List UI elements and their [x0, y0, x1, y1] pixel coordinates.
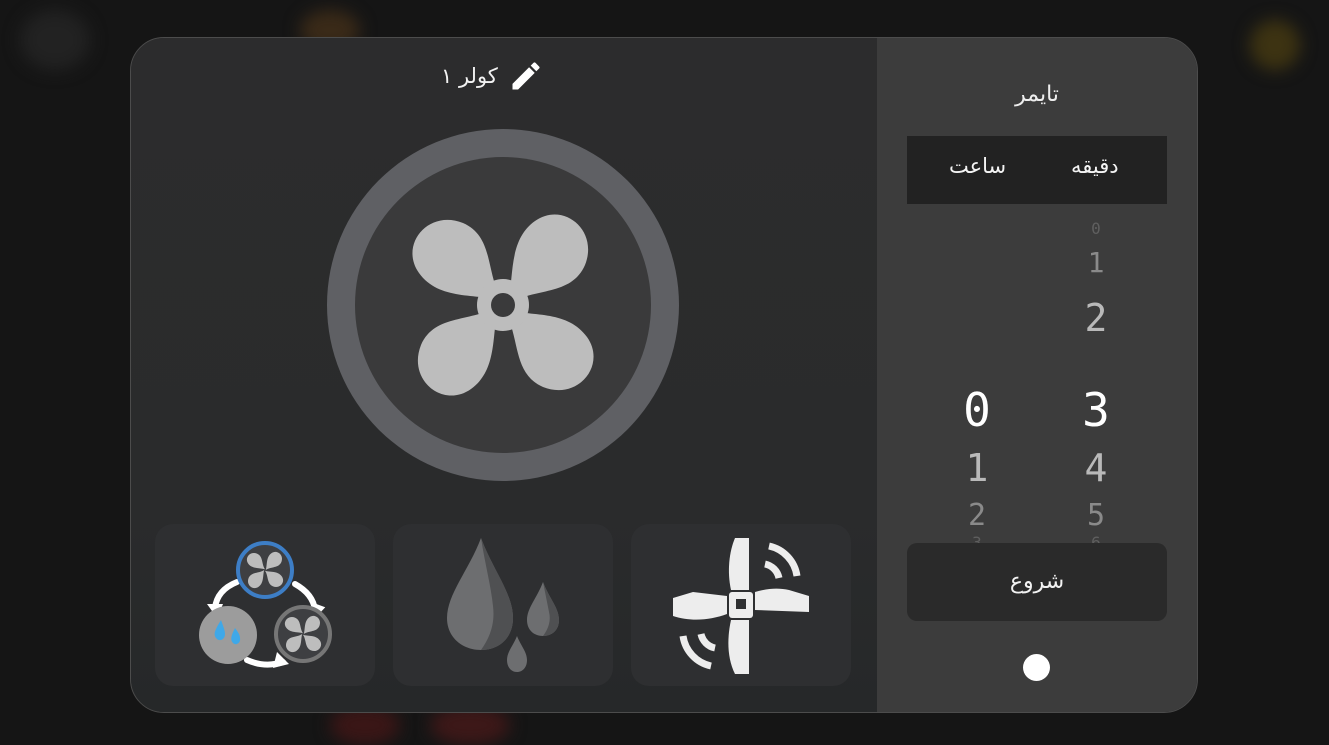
fan-icon — [412, 214, 594, 396]
background-glow — [20, 10, 90, 70]
hour-digit: 2 — [967, 498, 987, 533]
timer-unit-header: ساعت دقیقه — [907, 136, 1167, 204]
water-drops-icon — [447, 538, 559, 672]
power-fan-button-face — [355, 157, 651, 453]
minute-digit: 4 — [1084, 446, 1108, 490]
minute-digit: 0 — [1091, 221, 1101, 235]
hour-wheel[interactable]: 0 1 2 3 — [942, 218, 1012, 547]
device-title: کولر ۱ — [441, 64, 498, 88]
timer-title: تایمر — [1015, 82, 1059, 107]
minute-digit: 5 — [1086, 498, 1106, 533]
device-panel: کولر ۱ — [131, 38, 877, 712]
water-pump-mode-card[interactable] — [393, 524, 613, 686]
pencil-icon[interactable] — [508, 58, 544, 94]
fan-cycle-icon — [199, 541, 332, 668]
power-fan-button[interactable] — [327, 129, 679, 481]
background-glow — [1250, 20, 1300, 70]
device-control-dialog: کولر ۱ تایمر ساعت دقیقه 0 1 2 3 0 1 2 3 … — [130, 37, 1198, 713]
start-timer-button[interactable]: شروع — [907, 543, 1167, 621]
minute-wheel[interactable]: 0 1 2 3 4 5 6 — [1061, 218, 1131, 547]
hour-label: ساعت — [949, 154, 1007, 178]
minute-digit: 2 — [1084, 296, 1108, 340]
fan-speed-mode-card[interactable] — [631, 524, 851, 686]
timer-panel: تایمر ساعت دقیقه 0 1 2 3 0 1 2 3 4 5 6 ش… — [877, 38, 1197, 712]
minute-digit-selected: 3 — [1082, 383, 1110, 437]
hour-digit-selected: 0 — [963, 383, 991, 437]
page-indicator-dot[interactable] — [1023, 654, 1050, 681]
hour-digit: 1 — [965, 446, 989, 490]
minute-digit: 1 — [1087, 246, 1105, 279]
fan-wind-icon — [673, 538, 809, 674]
device-title-row[interactable]: کولر ۱ — [441, 56, 544, 96]
auto-cycle-mode-card[interactable] — [155, 524, 375, 686]
minute-label: دقیقه — [1071, 154, 1119, 178]
